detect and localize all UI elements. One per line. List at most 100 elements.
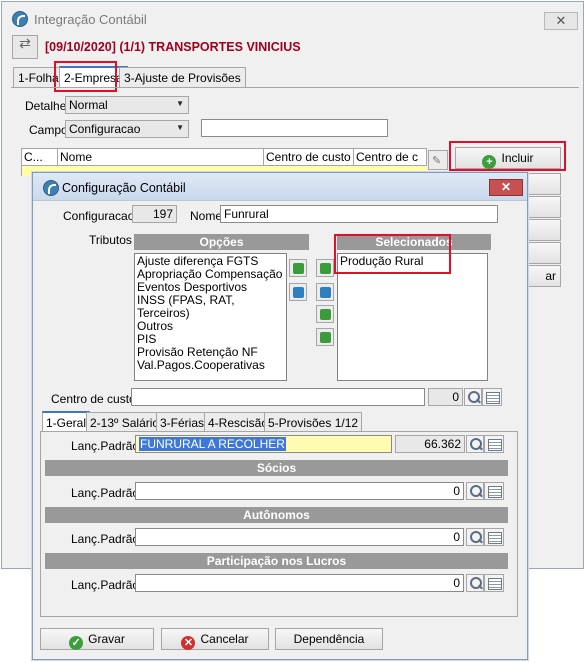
- nome-field[interactable]: Funrural: [220, 205, 498, 223]
- dialog-titlebar: Configuração Contábil ✕: [33, 173, 527, 201]
- arrow-left-icon: [320, 263, 331, 274]
- socios-lanc-code: 0: [453, 484, 460, 498]
- side-button-2[interactable]: [524, 196, 561, 218]
- socios-lanc-list-icon[interactable]: [484, 482, 504, 500]
- arrow-up-icon: [320, 309, 331, 320]
- arrow-left-all-icon: [320, 287, 331, 298]
- socios-header: Sócios: [45, 460, 508, 476]
- tab-geral[interactable]: 1-Geral: [42, 411, 91, 432]
- col-centro-custo[interactable]: Centro de custo: [264, 149, 354, 165]
- config-grid-header: C... Nome Centro de custo Centro de c: [21, 148, 427, 166]
- main-close-button[interactable]: ✕: [544, 12, 578, 30]
- cancel-icon: ✕: [181, 636, 196, 650]
- opcoes-item[interactable]: INSS (FPAS, RAT, Terceiros): [137, 294, 284, 320]
- centro-custo-search-icon[interactable]: [464, 388, 482, 406]
- geral-lanc-label: Lanç.Padrão: [71, 439, 140, 453]
- side-button-5[interactable]: ar: [524, 265, 561, 287]
- socios-lanc-field[interactable]: 0: [135, 482, 464, 500]
- campo-search-input[interactable]: [201, 119, 388, 137]
- participacao-lanc-search-icon[interactable]: [466, 574, 484, 592]
- tab-ferias-label: 3-Férias: [160, 416, 205, 430]
- arrow-right-all-icon: [293, 287, 304, 298]
- centro-custo-list-icon[interactable]: [482, 388, 502, 406]
- configuracao-label: Configuracao: [63, 209, 135, 223]
- dialog-title: Configuração Contábil: [62, 181, 186, 195]
- tab-13-label: 2-13º Salário: [90, 416, 160, 430]
- geral-lanc-field[interactable]: FUNRURAL A RECOLHER: [135, 435, 392, 453]
- company-header: [09/10/2020] (1/1) TRANSPORTES VINICIUS: [45, 40, 301, 54]
- col-centro-custo-2[interactable]: Centro de c: [354, 149, 428, 165]
- cancelar-label: Cancelar: [200, 632, 249, 646]
- socios-lanc-search-icon[interactable]: [466, 482, 484, 500]
- autonomos-lanc-label: Lanç.Padrão: [71, 532, 140, 546]
- opcoes-item[interactable]: Outros: [137, 320, 284, 333]
- incluir-highlight: [449, 141, 566, 171]
- check-icon: ✓: [69, 636, 84, 650]
- tab-ajuste-provisoes[interactable]: 3-Ajuste de Provisões: [119, 67, 246, 87]
- config-dialog: Configuração Contábil ✕ Configuracao 197…: [32, 172, 528, 660]
- participacao-lanc-list-icon[interactable]: [484, 574, 504, 592]
- dialog-app-icon: [43, 180, 59, 196]
- tab-folha-label: 1-Folha: [18, 71, 59, 85]
- switch-company-button[interactable]: ⇄: [12, 35, 38, 59]
- autonomos-header: Autônomos: [45, 507, 508, 523]
- participacao-lanc-code: 0: [453, 576, 460, 590]
- arrow-down-icon: [320, 332, 331, 343]
- participacao-header: Participação nos Lucros: [45, 553, 508, 569]
- tributos-label: Tributos: [89, 233, 132, 247]
- tab-provisoes[interactable]: 5-Provisões 1/12: [264, 412, 363, 432]
- col-nome[interactable]: Nome: [58, 149, 264, 165]
- autonomos-lanc-list-icon[interactable]: [484, 528, 504, 546]
- tab-rescisao[interactable]: 4-Rescisão: [204, 412, 273, 432]
- participacao-lanc-field[interactable]: 0: [135, 574, 464, 592]
- socios-lanc-label: Lanç.Padrão: [71, 486, 140, 500]
- side-button-3[interactable]: [524, 219, 561, 241]
- side-button-4[interactable]: [524, 242, 561, 264]
- gravar-button[interactable]: ✓ Gravar: [40, 628, 154, 650]
- remove-selected-button[interactable]: [316, 259, 334, 277]
- geral-lanc-code: 66.362: [395, 435, 465, 453]
- opcoes-header: Opções: [134, 234, 309, 250]
- nome-label: Nome: [190, 209, 223, 223]
- tab-divider: [11, 87, 579, 88]
- cancelar-button[interactable]: ✕ Cancelar: [161, 628, 269, 650]
- configuracao-field: 197: [132, 205, 177, 223]
- centro-custo-label: Centro de custo: [51, 392, 136, 406]
- main-title: Integração Contábil: [34, 12, 147, 27]
- remove-all-button[interactable]: [316, 283, 334, 301]
- centro-custo-field[interactable]: [131, 388, 425, 406]
- opcoes-list[interactable]: Ajuste diferença FGTS Apropriação Compen…: [134, 253, 287, 381]
- geral-lanc-search-icon[interactable]: [466, 435, 484, 453]
- selecionados-highlight: [334, 234, 451, 274]
- gravar-label: Gravar: [88, 632, 125, 646]
- geral-lanc-list-icon[interactable]: [484, 435, 504, 453]
- detalhe-label: Detalhe: [25, 99, 67, 113]
- autonomos-lanc-field[interactable]: 0: [135, 528, 464, 546]
- geral-lanc-value: FUNRURAL A RECOLHER: [139, 437, 286, 451]
- app-icon: [12, 11, 28, 27]
- arrow-right-icon: [293, 263, 304, 274]
- campo-select[interactable]: Configuracao: [65, 120, 189, 138]
- dialog-close-button[interactable]: ✕: [489, 179, 523, 196]
- wrench-icon: ✎: [432, 155, 442, 167]
- col-codigo[interactable]: C...: [22, 149, 58, 165]
- autonomos-lanc-search-icon[interactable]: [466, 528, 484, 546]
- tab-provisoes-label: 5-Provisões 1/12: [268, 416, 359, 430]
- tab-rescisao-label: 4-Rescisão: [208, 416, 269, 430]
- tab-ferias[interactable]: 3-Férias: [156, 412, 209, 432]
- campo-label: Campo: [29, 123, 68, 137]
- tab-13-salario[interactable]: 2-13º Salário: [86, 412, 164, 432]
- move-down-button[interactable]: [316, 328, 334, 346]
- side-button-1[interactable]: [524, 173, 561, 195]
- detalhe-select[interactable]: Normal: [65, 96, 189, 114]
- main-titlebar: Integração Contábil ✕: [2, 2, 583, 34]
- dependencia-button[interactable]: Dependência: [275, 628, 383, 650]
- add-selected-button[interactable]: [289, 259, 307, 277]
- add-all-button[interactable]: [289, 283, 307, 301]
- opcoes-item[interactable]: Val.Pagos.Cooperativas: [137, 359, 284, 372]
- tab-ajuste-label: 3-Ajuste de Provisões: [124, 71, 241, 85]
- grid-tool-button[interactable]: ✎: [428, 150, 448, 170]
- dependencia-label: Dependência: [293, 632, 365, 646]
- centro-custo-code: 0: [428, 388, 463, 406]
- move-up-button[interactable]: [316, 305, 334, 323]
